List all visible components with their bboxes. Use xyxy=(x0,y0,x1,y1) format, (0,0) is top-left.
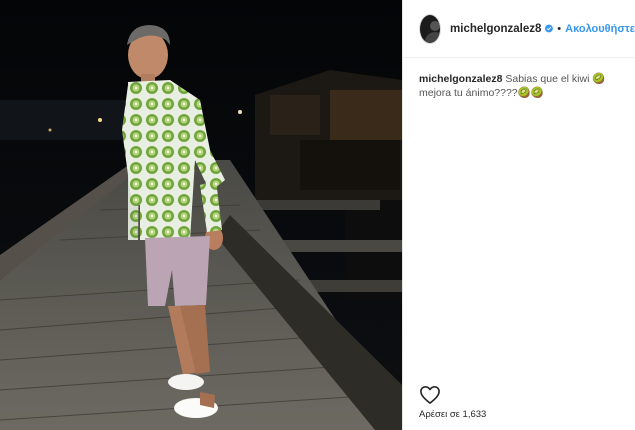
header-username[interactable]: michelgonzalez8 xyxy=(450,23,541,35)
caption-username[interactable]: michelgonzalez8 xyxy=(419,73,502,85)
instagram-post: michelgonzalez8 • Ακολουθήστε michelgonz… xyxy=(0,0,635,430)
heart-icon[interactable] xyxy=(419,385,441,405)
post-caption: michelgonzalez8 Sabias que el kiwi 🥝 mej… xyxy=(403,58,635,100)
post-actions: Αρέσει σε 1,633 xyxy=(419,385,486,420)
post-header: michelgonzalez8 • Ακολουθήστε xyxy=(403,0,635,58)
follow-button[interactable]: Ακολουθήστε xyxy=(565,23,635,35)
avatar[interactable] xyxy=(419,13,442,44)
avatar-head xyxy=(430,20,440,31)
avatar-body xyxy=(425,31,441,43)
verified-badge-icon xyxy=(545,24,554,33)
post-photo[interactable] xyxy=(0,0,402,430)
post-sidebar: michelgonzalez8 • Ακολουθήστε michelgonz… xyxy=(402,0,635,430)
header-separator: • xyxy=(557,22,562,35)
night-pier-photo xyxy=(0,0,402,430)
likes-count[interactable]: Αρέσει σε 1,633 xyxy=(419,409,486,420)
